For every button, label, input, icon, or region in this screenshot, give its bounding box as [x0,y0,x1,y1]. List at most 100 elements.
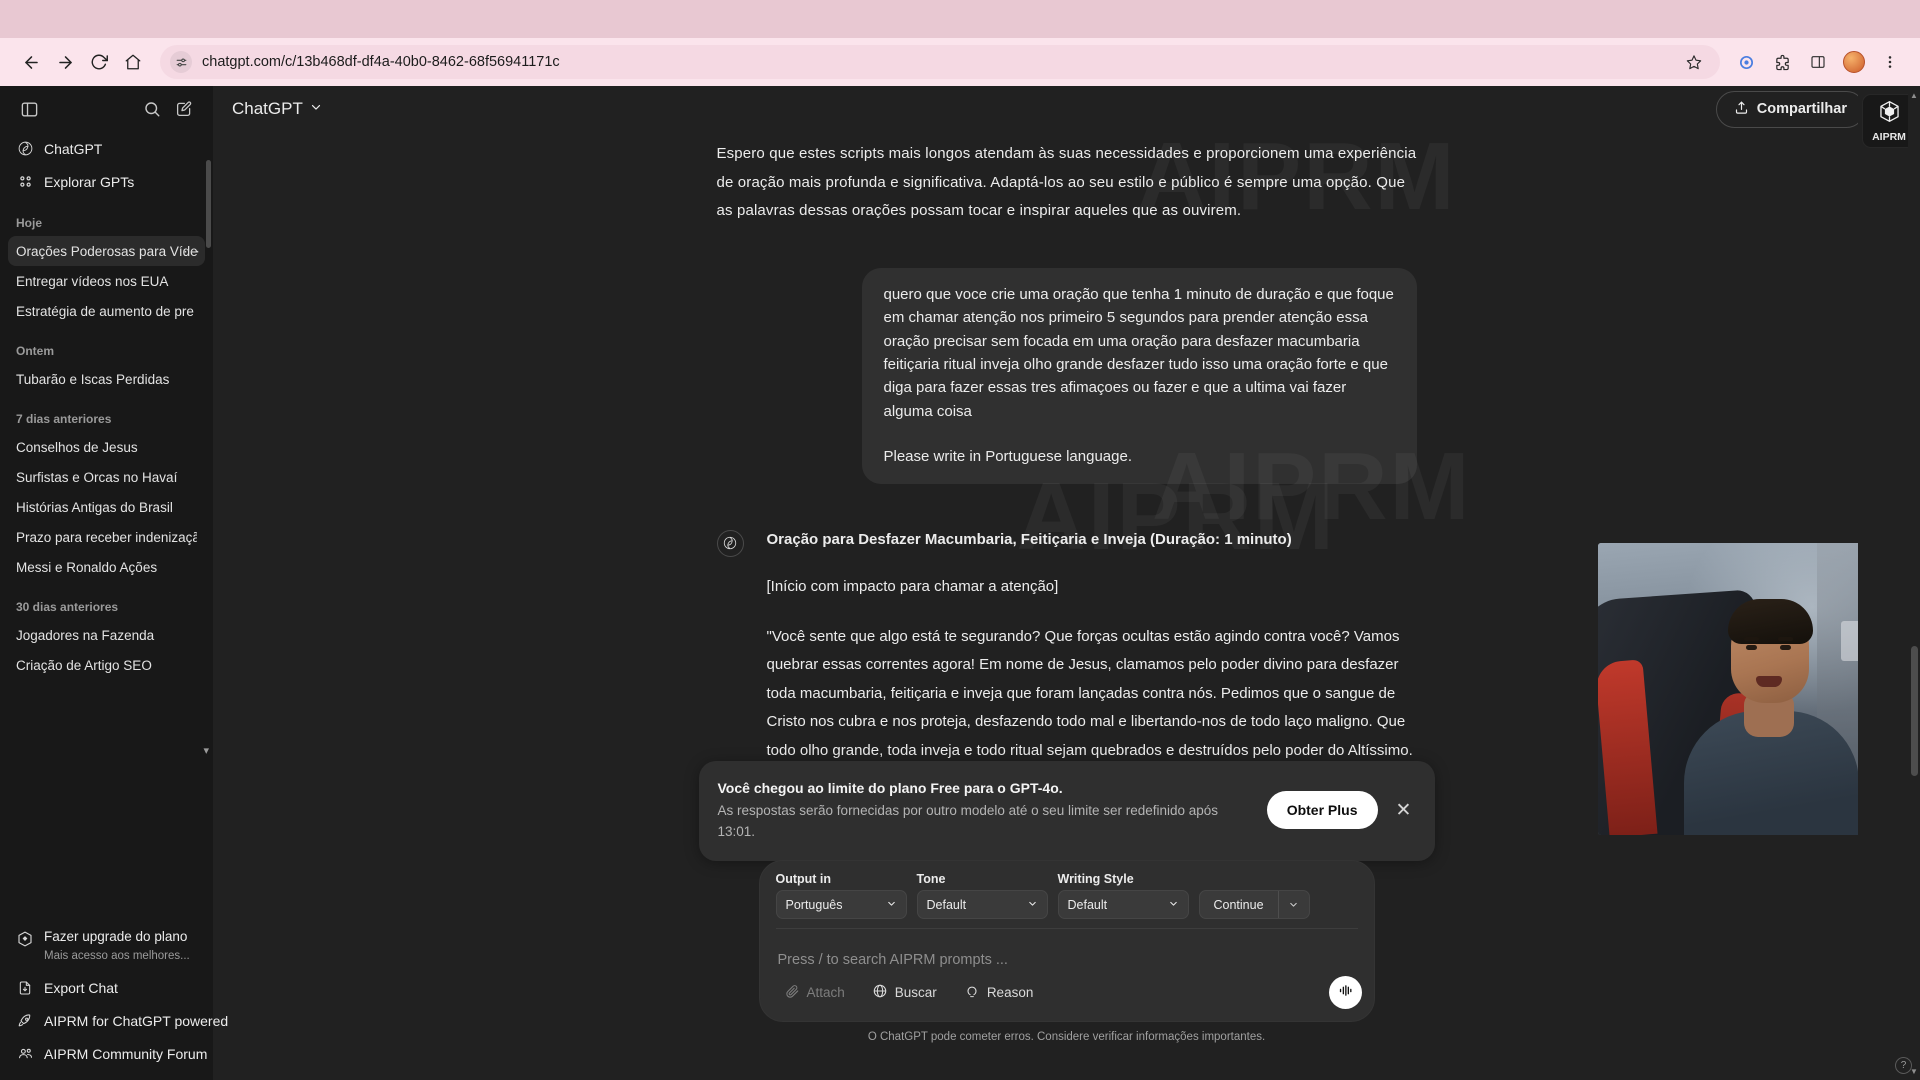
sidebar-item-label: AIPRM for ChatGPT powered [44,1012,229,1029]
sidebar-chat-conselhos-jesus[interactable]: Conselhos de Jesus [8,432,205,462]
toolbar-right-group [1730,46,1906,78]
chevron-down-icon [309,99,323,119]
sidebar-item-aiprm-for-chatgpt[interactable]: AIPRM for ChatGPT powered [8,1004,228,1037]
message-thread: AIPRM AIPRM AIPRM Espero que estes scrip… [716,132,1469,817]
home-icon[interactable] [116,45,150,79]
browser-toolbar: chatgpt.com/c/13b468df-df4a-40b0-8462-68… [0,38,1920,86]
sidebar-chat-entregar-videos[interactable]: Entregar vídeos nos EUA [8,266,205,296]
browser-chrome: chatgpt.com/c/13b468df-df4a-40b0-8462-68… [0,0,1920,86]
composer-disclaimer: O ChatGPT pode cometer erros. Considere … [867,1031,1266,1043]
back-icon[interactable] [14,45,48,79]
attach-button[interactable]: Attach [774,977,856,1008]
forward-icon[interactable] [48,45,82,79]
assistant-message-previous: Espero que estes scripts mais longos ate… [716,145,1417,220]
share-upload-icon [1734,100,1749,119]
url-text: chatgpt.com/c/13b468df-df4a-40b0-8462-68… [202,54,560,70]
tone-select[interactable]: Default [916,890,1048,919]
assistant-avatar-openai-icon [716,529,744,557]
chrome-menu-icon[interactable] [1874,46,1906,78]
sidebar-chat-estrategia-aumento[interactable]: Estratégia de aumento de pre [8,296,205,326]
continue-button[interactable]: Continue [1200,891,1278,918]
output-in-label: Output in [775,872,832,886]
chat-title: Orações Poderosas para Víde [16,243,197,259]
bookmark-star-icon[interactable] [1678,46,1710,78]
share-button[interactable]: Compartilhar [1715,90,1865,128]
lens-icon[interactable] [1730,46,1762,78]
sidebar-chat-jogadores-fazenda[interactable]: Jogadores na Fazenda [8,620,205,650]
limit-banner-title: Você chegou ao limite do plano Free para… [717,780,1063,796]
top-bar: ChatGPT Compartilhar MOTA TUTORIAIS [213,86,1920,132]
sidebar-item-export-chat[interactable]: Export Chat [8,971,205,1004]
sidebar-chat-surfistas-orcas[interactable]: Surfistas e Orcas no Havaí [8,462,205,492]
people-icon [16,1045,34,1063]
scrollbar-up-arrow-icon[interactable]: ▲ [1909,88,1919,102]
sidebar-chat-tubarao-iscas[interactable]: Tubarão e Iscas Perdidas [8,364,205,394]
voice-mode-button[interactable] [1328,976,1362,1009]
chat-title: Histórias Antigas do Brasil [16,499,173,515]
sidebar-scroll-region[interactable]: ChatGPT Explorar GPTs Hoje Orações Poder… [0,132,213,915]
chat-title: Tubarão e Iscas Perdidas [16,371,170,387]
get-plus-button[interactable]: Obter Plus [1266,791,1378,829]
webcam-overlay [1598,543,1895,835]
reload-icon[interactable] [82,45,116,79]
grid-icon [16,173,34,191]
sidebar-chat-prazo-indenizacao[interactable]: Prazo para receber indenizaçã [8,522,205,552]
continue-button-group: Continue [1198,890,1310,919]
output-language-select[interactable]: Português [775,890,907,919]
sidebar-toggle-icon[interactable] [14,94,44,124]
scrollbar-thumb[interactable] [1911,646,1918,776]
chevron-down-icon [886,898,897,912]
new-chat-icon[interactable] [169,94,199,124]
sidebar-item-aiprm-community-forum[interactable]: AIPRM Community Forum [8,1037,207,1070]
profile-avatar[interactable] [1838,46,1870,78]
composer-area: Output in Tone Writing Style Português D… [758,860,1375,1043]
aiprm-logo-icon [1877,99,1902,129]
upgrade-title: Fazer upgrade do plano [44,929,188,944]
sidebar-chat-criacao-artigo-seo[interactable]: Criação de Artigo SEO [8,650,205,680]
reason-button[interactable]: Reason [953,977,1045,1008]
user-message-text: quero que voce crie uma oração que tenha… [883,285,1394,420]
continue-dropdown-icon[interactable] [1279,891,1309,918]
output-language-value: Português [785,897,843,912]
model-selector[interactable]: ChatGPT [223,94,332,124]
prompt-input[interactable]: Press / to search AIPRM prompts ... [760,938,1374,974]
chevron-down-icon [1027,898,1038,912]
sidebar-group-title: 30 dias anteriores [16,600,119,614]
sidebar-item-chatgpt[interactable]: ChatGPT [8,132,205,165]
file-download-icon [16,979,34,997]
lightbulb-icon [964,983,980,1002]
chat-title: Criação de Artigo SEO [16,657,152,673]
writing-style-select[interactable]: Default [1057,890,1189,919]
assistant-heading: Oração para Desfazer Macumbaria, Feitiça… [766,530,1292,548]
globe-icon [872,983,888,1002]
tone-label: Tone [916,872,946,886]
search-web-button[interactable]: Buscar [861,977,948,1008]
paperclip-icon [785,984,800,1002]
attach-label: Attach [806,985,845,1000]
chat-options-icon[interactable]: ··· [183,243,201,260]
site-settings-icon[interactable] [170,51,192,73]
openai-icon [16,140,34,158]
model-name: ChatGPT [232,99,303,118]
sidebar-chat-historias-antigas[interactable]: Histórias Antigas do Brasil [8,492,205,522]
sidebar-upgrade-plan-button[interactable]: Fazer upgrade do plano Mais acesso aos m… [8,921,205,971]
close-icon[interactable]: ✕ [1392,798,1416,822]
sidebar-chat-oracoes-poderosas[interactable]: Orações Poderosas para Víde ··· [8,236,205,266]
address-bar[interactable]: chatgpt.com/c/13b468df-df4a-40b0-8462-68… [160,45,1720,79]
help-icon[interactable]: ? [1895,1057,1912,1074]
sidebar-item-label: Export Chat [44,979,118,996]
page-scrollbar[interactable]: ▲ ▼ [1908,86,1920,1080]
tone-value: Default [926,897,967,912]
chevron-down-icon [1168,898,1179,912]
sidebar-chat-messi-ronaldo[interactable]: Messi e Ronaldo Ações [8,552,205,582]
sidebar-scroll-caret-icon[interactable]: ▾ [203,744,209,757]
split-screen-icon[interactable] [1802,46,1834,78]
conversation-scroll-area[interactable]: AIPRM AIPRM AIPRM Espero que estes scrip… [213,132,1920,1080]
sidebar-item-explore-gpts[interactable]: Explorar GPTs [8,165,205,198]
search-icon[interactable] [137,94,167,124]
upgrade-diamond-icon [16,930,34,953]
sidebar-bottom: Fazer upgrade do plano Mais acesso aos m… [0,915,228,1080]
extensions-icon[interactable] [1766,46,1798,78]
sidebar-scrollbar[interactable] [206,160,211,248]
user-message-text-2: Please write in Portuguese language. [883,448,1133,466]
